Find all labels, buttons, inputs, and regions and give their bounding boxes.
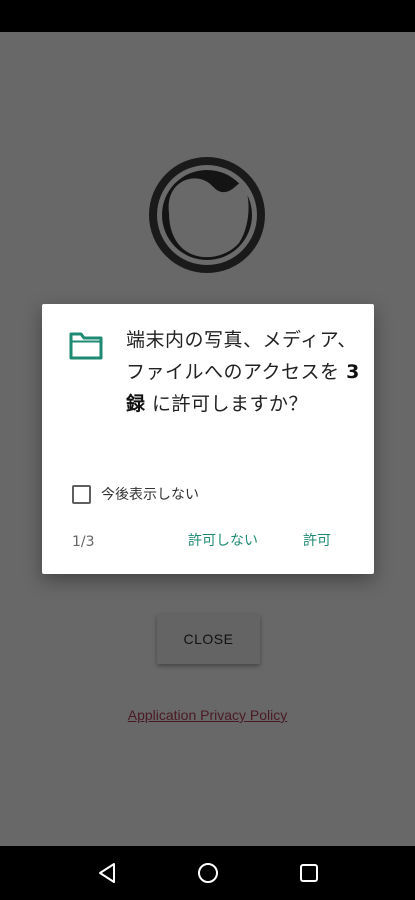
deny-button[interactable]: 許可しない [188, 530, 258, 550]
allow-button[interactable]: 許可 [303, 530, 331, 550]
dont-ask-again-label[interactable]: 今後表示しない [101, 484, 199, 504]
dont-ask-again-row[interactable]: 今後表示しない [72, 483, 199, 505]
close-button[interactable]: CLOSE [157, 614, 260, 664]
permission-dialog: 端末内の写真、メディア、ファイルへのアクセスを 3録 に許可しますか？ 今後表示… [42, 304, 374, 574]
permission-counter: 1/3 [72, 534, 95, 550]
folder-icon [69, 332, 103, 360]
privacy-policy-link[interactable]: Application Privacy Policy [0, 707, 415, 723]
app-logo-icon [149, 157, 265, 273]
dont-ask-again-checkbox[interactable] [72, 484, 91, 504]
home-icon[interactable] [196, 861, 220, 885]
permission-message: 端末内の写真、メディア、ファイルへのアクセスを 3録 に許可しますか？ [126, 329, 360, 415]
status-bar [0, 0, 415, 32]
back-icon[interactable] [95, 861, 119, 885]
navigation-bar [0, 846, 415, 900]
recents-icon[interactable] [297, 861, 321, 885]
